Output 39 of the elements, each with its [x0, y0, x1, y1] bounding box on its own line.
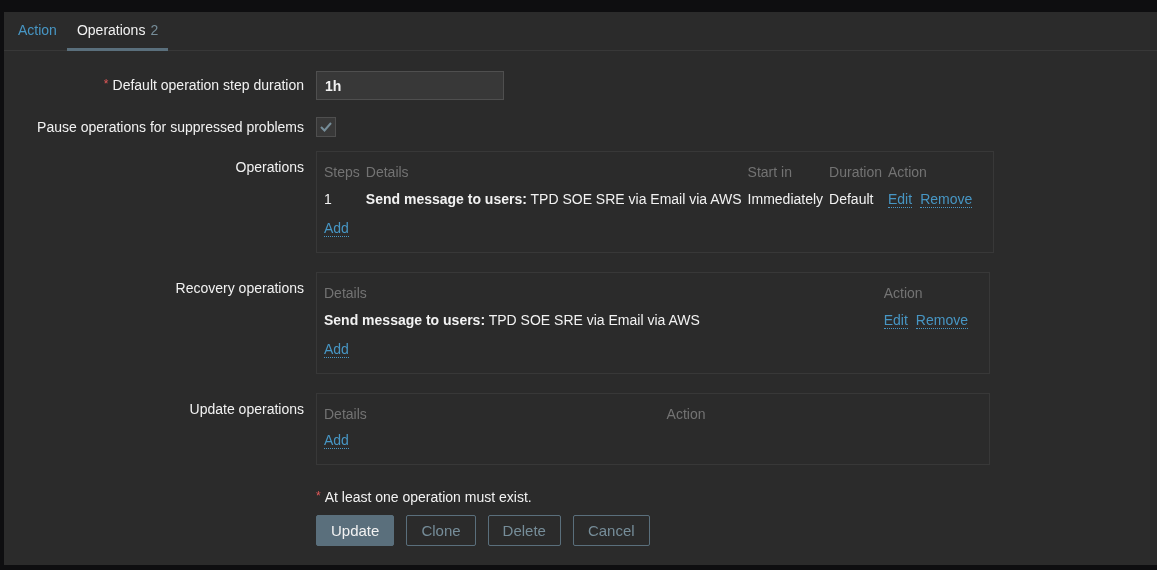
column-header: Action: [666, 405, 707, 424]
required-mark: *: [316, 489, 321, 505]
check-icon: [319, 121, 333, 133]
tab[interactable]: Action: [8, 12, 67, 51]
add-link[interactable]: Add: [324, 341, 349, 358]
table-cell: Send message to users: TPD SOE SRE via Email via AWS: [324, 305, 884, 335]
form-button[interactable]: Update: [316, 515, 395, 546]
field-label: Pause operations for suppressed problems: [37, 119, 304, 135]
section-label: Recovery operations: [175, 280, 304, 296]
column-header: Duration: [829, 158, 888, 184]
form-button[interactable]: Delete: [487, 515, 561, 546]
action-link[interactable]: Edit: [888, 191, 913, 208]
checkbox[interactable]: [316, 117, 336, 137]
field-label: Default operation step duration: [112, 77, 304, 93]
column-header: Steps: [324, 158, 366, 184]
input-field[interactable]: 1h: [316, 71, 504, 100]
table-cell: Send message to users: TPD SOE SRE via Email via AWS: [365, 184, 748, 214]
add-link[interactable]: Add: [324, 432, 349, 449]
form-button[interactable]: Cancel: [572, 515, 650, 546]
action-link[interactable]: Edit: [883, 312, 908, 329]
column-header: Details: [324, 400, 667, 426]
form-button[interactable]: Clone: [406, 515, 476, 546]
tab-count: 2: [150, 22, 159, 38]
column-header: Details: [365, 158, 748, 184]
add-link[interactable]: Add: [324, 220, 349, 237]
required-mark: *: [103, 77, 109, 93]
column-header: Action: [883, 284, 924, 303]
table-cell: Default: [829, 184, 888, 214]
section-label: Operations: [235, 159, 304, 175]
note-text: At least one operation must exist.: [324, 489, 532, 505]
action-link[interactable]: Remove: [915, 312, 968, 329]
table-cell: 1: [324, 184, 366, 214]
table-cell-text: Immediately: [747, 190, 825, 209]
section-label: Update operations: [189, 401, 304, 417]
tab[interactable]: Operations 2: [66, 12, 169, 51]
action-link[interactable]: Remove: [920, 191, 973, 208]
column-header: Details: [324, 279, 884, 305]
column-header: Start in: [747, 163, 793, 182]
column-header: Action: [888, 163, 928, 182]
